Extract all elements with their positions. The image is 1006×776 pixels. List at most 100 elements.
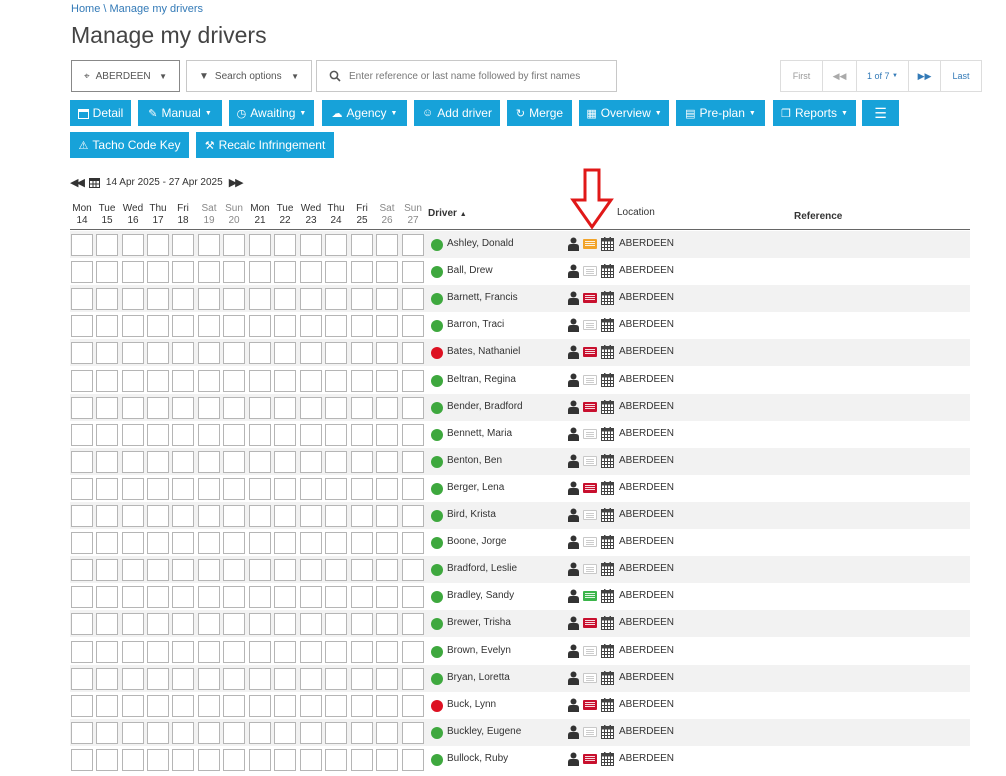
day-cell[interactable] bbox=[71, 505, 93, 527]
driver-name[interactable]: Bender, Bradford bbox=[447, 401, 523, 412]
user-icon[interactable] bbox=[568, 264, 579, 279]
table-row[interactable]: Boone, Jorge ABERDEEN bbox=[70, 529, 970, 556]
day-cell[interactable] bbox=[198, 315, 220, 338]
day-cell[interactable] bbox=[351, 342, 373, 365]
prev-page-button[interactable]: ◀◀ bbox=[823, 61, 857, 91]
day-cell[interactable] bbox=[223, 505, 245, 527]
day-cell[interactable] bbox=[223, 694, 245, 717]
day-cell[interactable] bbox=[351, 423, 373, 446]
calendar-icon[interactable] bbox=[88, 177, 100, 188]
day-cell[interactable] bbox=[325, 234, 347, 256]
tacho-card-icon[interactable] bbox=[583, 482, 597, 493]
day-cell[interactable] bbox=[71, 748, 93, 771]
day-cell[interactable] bbox=[402, 261, 424, 284]
day-cell[interactable] bbox=[325, 315, 347, 338]
day-cell[interactable] bbox=[198, 640, 220, 663]
next-page-button[interactable]: ▶▶ bbox=[909, 61, 941, 91]
day-cell[interactable] bbox=[223, 532, 245, 555]
day-cell[interactable] bbox=[274, 342, 296, 365]
day-cell[interactable] bbox=[376, 721, 398, 744]
day-cell[interactable] bbox=[376, 532, 398, 555]
day-cell[interactable] bbox=[198, 748, 220, 771]
day-cell[interactable] bbox=[122, 288, 144, 311]
day-cell[interactable] bbox=[274, 450, 296, 473]
table-row[interactable]: Beltran, Regina ABERDEEN bbox=[70, 367, 970, 394]
day-cell[interactable] bbox=[325, 640, 347, 663]
day-cell[interactable] bbox=[71, 613, 93, 636]
day-cell[interactable] bbox=[122, 532, 144, 555]
driver-name[interactable]: Barron, Traci bbox=[447, 319, 504, 330]
day-cell[interactable] bbox=[249, 721, 271, 744]
user-icon[interactable] bbox=[568, 671, 579, 685]
day-cell[interactable] bbox=[300, 477, 322, 500]
day-cell[interactable] bbox=[223, 721, 245, 744]
day-cell[interactable] bbox=[376, 261, 398, 284]
day-cell[interactable] bbox=[96, 505, 118, 527]
day-cell[interactable] bbox=[325, 423, 347, 446]
table-row[interactable]: Buck, Lynn ABERDEEN bbox=[70, 692, 970, 719]
calendar-icon[interactable] bbox=[601, 264, 614, 279]
day-cell[interactable] bbox=[274, 694, 296, 717]
day-cell[interactable] bbox=[402, 667, 424, 690]
tacho-card-icon[interactable] bbox=[583, 510, 597, 520]
day-cell[interactable] bbox=[249, 423, 271, 446]
day-cell[interactable] bbox=[249, 505, 271, 527]
day-cell[interactable] bbox=[223, 559, 245, 582]
day-cell[interactable] bbox=[300, 369, 322, 392]
day-cell[interactable] bbox=[147, 396, 169, 419]
day-cell[interactable] bbox=[96, 694, 118, 717]
day-cell[interactable] bbox=[147, 369, 169, 392]
day-cell[interactable] bbox=[71, 342, 93, 365]
day-cell[interactable] bbox=[223, 369, 245, 392]
day-cell[interactable] bbox=[96, 748, 118, 771]
day-cell[interactable] bbox=[198, 477, 220, 500]
tacho-card-icon[interactable] bbox=[583, 564, 597, 575]
day-cell[interactable] bbox=[147, 748, 169, 771]
calendar-icon[interactable] bbox=[601, 426, 614, 441]
driver-name[interactable]: Ball, Drew bbox=[447, 265, 493, 276]
day-cell[interactable] bbox=[402, 234, 424, 256]
user-icon[interactable] bbox=[568, 589, 579, 604]
day-cell[interactable] bbox=[96, 586, 118, 609]
day-cell[interactable] bbox=[274, 234, 296, 256]
table-row[interactable]: Bryan, Loretta ABERDEEN bbox=[70, 664, 970, 692]
user-icon[interactable] bbox=[568, 725, 579, 739]
day-cell[interactable] bbox=[122, 667, 144, 690]
day-cell[interactable] bbox=[172, 667, 194, 690]
day-cell[interactable] bbox=[402, 505, 424, 527]
driver-name[interactable]: Bradford, Leslie bbox=[447, 563, 517, 574]
day-cell[interactable] bbox=[223, 315, 245, 338]
day-cell[interactable] bbox=[96, 315, 118, 338]
day-cell[interactable] bbox=[325, 559, 347, 582]
day-cell[interactable] bbox=[96, 532, 118, 555]
day-cell[interactable] bbox=[223, 613, 245, 636]
day-cell[interactable] bbox=[147, 288, 169, 311]
day-cell[interactable] bbox=[249, 667, 271, 690]
day-cell[interactable] bbox=[376, 423, 398, 446]
last-page-button[interactable]: Last bbox=[941, 61, 981, 91]
day-cell[interactable] bbox=[147, 342, 169, 365]
day-cell[interactable] bbox=[223, 423, 245, 446]
day-cell[interactable] bbox=[96, 613, 118, 636]
user-icon[interactable] bbox=[568, 400, 579, 414]
user-icon[interactable] bbox=[568, 318, 579, 333]
day-cell[interactable] bbox=[402, 640, 424, 663]
day-cell[interactable] bbox=[249, 748, 271, 771]
driver-name[interactable]: Brown, Evelyn bbox=[447, 645, 511, 656]
day-cell[interactable] bbox=[147, 261, 169, 284]
search-options-dropdown[interactable]: ▼ Search options ▼ bbox=[186, 60, 312, 92]
day-cell[interactable] bbox=[198, 667, 220, 690]
day-cell[interactable] bbox=[198, 423, 220, 446]
day-cell[interactable] bbox=[198, 586, 220, 609]
day-cell[interactable] bbox=[71, 667, 93, 690]
day-cell[interactable] bbox=[351, 315, 373, 338]
next-period-icon[interactable]: ▶▶ bbox=[229, 176, 244, 189]
day-cell[interactable] bbox=[376, 559, 398, 582]
driver-name[interactable]: Buck, Lynn bbox=[447, 699, 496, 710]
day-cell[interactable] bbox=[351, 477, 373, 500]
day-cell[interactable] bbox=[96, 288, 118, 311]
day-cell[interactable] bbox=[274, 261, 296, 284]
day-cell[interactable] bbox=[376, 450, 398, 473]
day-cell[interactable] bbox=[376, 613, 398, 636]
day-cell[interactable] bbox=[71, 721, 93, 744]
